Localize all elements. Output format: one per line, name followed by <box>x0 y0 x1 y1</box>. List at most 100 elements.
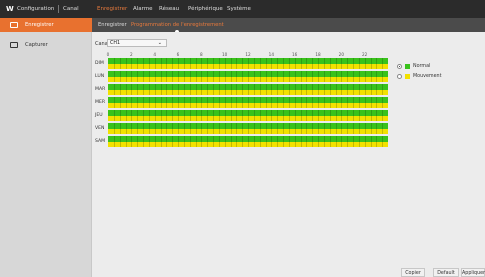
grid-divider <box>189 58 191 69</box>
grid-divider <box>312 97 314 108</box>
grid-divider <box>300 136 302 147</box>
schedule-row[interactable] <box>108 97 388 108</box>
grid-divider <box>213 58 214 69</box>
menu-system[interactable]: Système <box>227 6 251 12</box>
grid-divider <box>113 58 115 69</box>
grid-divider <box>271 123 273 134</box>
tab-record-schedule[interactable]: Programmation de l'enregistrement <box>128 18 227 34</box>
grid-divider <box>189 71 191 82</box>
grid-divider <box>341 123 343 134</box>
grid-divider <box>201 58 203 69</box>
grid-divider <box>125 136 127 147</box>
grid-divider <box>347 123 349 134</box>
grid-divider <box>218 110 220 121</box>
grid-divider <box>277 123 279 134</box>
grid-divider <box>154 123 156 134</box>
copy-button[interactable]: Copier <box>401 268 425 277</box>
grid-divider <box>137 84 139 95</box>
grid-divider <box>253 110 255 121</box>
menu-device[interactable]: Périphérique <box>188 6 223 12</box>
grid-divider <box>306 136 308 147</box>
top-bar: W Configuration Canal Enregistrer Alarme… <box>0 0 485 18</box>
grid-divider <box>323 97 325 108</box>
grid-divider <box>353 110 354 121</box>
grid-divider <box>376 71 378 82</box>
grid-divider <box>253 136 255 147</box>
grid-divider <box>166 123 168 134</box>
camera-icon <box>10 42 18 48</box>
grid-divider <box>143 123 144 134</box>
grid-divider <box>300 84 302 95</box>
schedule-row[interactable] <box>108 123 388 134</box>
grid-divider <box>201 123 203 134</box>
day-label: LUN <box>95 74 105 79</box>
grid-divider <box>160 123 162 134</box>
grid-divider <box>183 110 185 121</box>
grid-divider <box>248 84 249 95</box>
menu-network[interactable]: Réseau <box>159 6 179 12</box>
grid-divider <box>277 71 279 82</box>
grid-divider <box>300 123 302 134</box>
grid-divider <box>160 136 162 147</box>
hour-label: 16 <box>291 52 298 57</box>
hour-label: 2 <box>129 52 133 57</box>
grid-divider <box>143 58 144 69</box>
grid-divider <box>358 110 360 121</box>
grid-divider <box>353 97 354 108</box>
radio-normal[interactable] <box>397 64 402 69</box>
grid-divider <box>341 97 343 108</box>
grid-divider <box>218 58 220 69</box>
grid-divider <box>253 123 255 134</box>
grid-divider <box>347 136 349 147</box>
grid-divider <box>300 97 302 108</box>
grid-divider <box>364 71 366 82</box>
grid-divider <box>323 110 325 121</box>
grid-divider <box>183 58 185 69</box>
grid-divider <box>283 123 284 134</box>
grid-divider <box>294 136 296 147</box>
grid-divider <box>113 71 115 82</box>
grid-divider <box>382 97 384 108</box>
grid-divider <box>294 58 296 69</box>
grid-divider <box>306 110 308 121</box>
grid-divider <box>183 136 185 147</box>
tab-record[interactable]: Enregistrer <box>95 18 130 32</box>
menu-channel[interactable]: Canal <box>63 6 79 12</box>
grid-divider <box>242 71 244 82</box>
grid-divider <box>160 71 162 82</box>
default-button[interactable]: Default <box>433 268 459 277</box>
schedule-row[interactable] <box>108 58 388 69</box>
sidebar-item-record[interactable]: Enregistrer <box>0 18 92 32</box>
grid-divider <box>137 71 139 82</box>
grid-divider <box>113 97 115 108</box>
grid-divider <box>248 58 249 69</box>
canal-select[interactable]: CH1 ⌄ <box>107 39 167 47</box>
grid-divider <box>364 97 366 108</box>
sidebar-item-capture[interactable]: Capturer <box>0 38 92 52</box>
radio-movement[interactable] <box>397 74 402 79</box>
grid-divider <box>323 136 325 147</box>
schedule-row[interactable] <box>108 71 388 82</box>
grid-divider <box>201 136 203 147</box>
grid-divider <box>347 110 349 121</box>
grid-divider <box>125 110 127 121</box>
grid-divider <box>283 71 284 82</box>
schedule-row[interactable] <box>108 136 388 147</box>
grid-divider <box>341 110 343 121</box>
grid-divider <box>195 58 197 69</box>
schedule-row[interactable] <box>108 110 388 121</box>
apply-button[interactable]: Appliquer <box>461 268 485 277</box>
grid-divider <box>148 84 150 95</box>
grid-divider <box>213 84 214 95</box>
grid-divider <box>189 84 191 95</box>
grid-divider <box>148 58 150 69</box>
menu-record[interactable]: Enregistrer <box>97 6 127 12</box>
sub-tabs: Enregistrer Programmation de l'enregistr… <box>92 18 485 34</box>
grid-divider <box>382 123 384 134</box>
grid-divider <box>323 84 325 95</box>
menu-alarm[interactable]: Alarme <box>133 6 153 12</box>
grid-divider <box>242 84 244 95</box>
grid-divider <box>306 71 308 82</box>
schedule-row[interactable] <box>108 84 388 95</box>
grid-divider <box>277 84 279 95</box>
